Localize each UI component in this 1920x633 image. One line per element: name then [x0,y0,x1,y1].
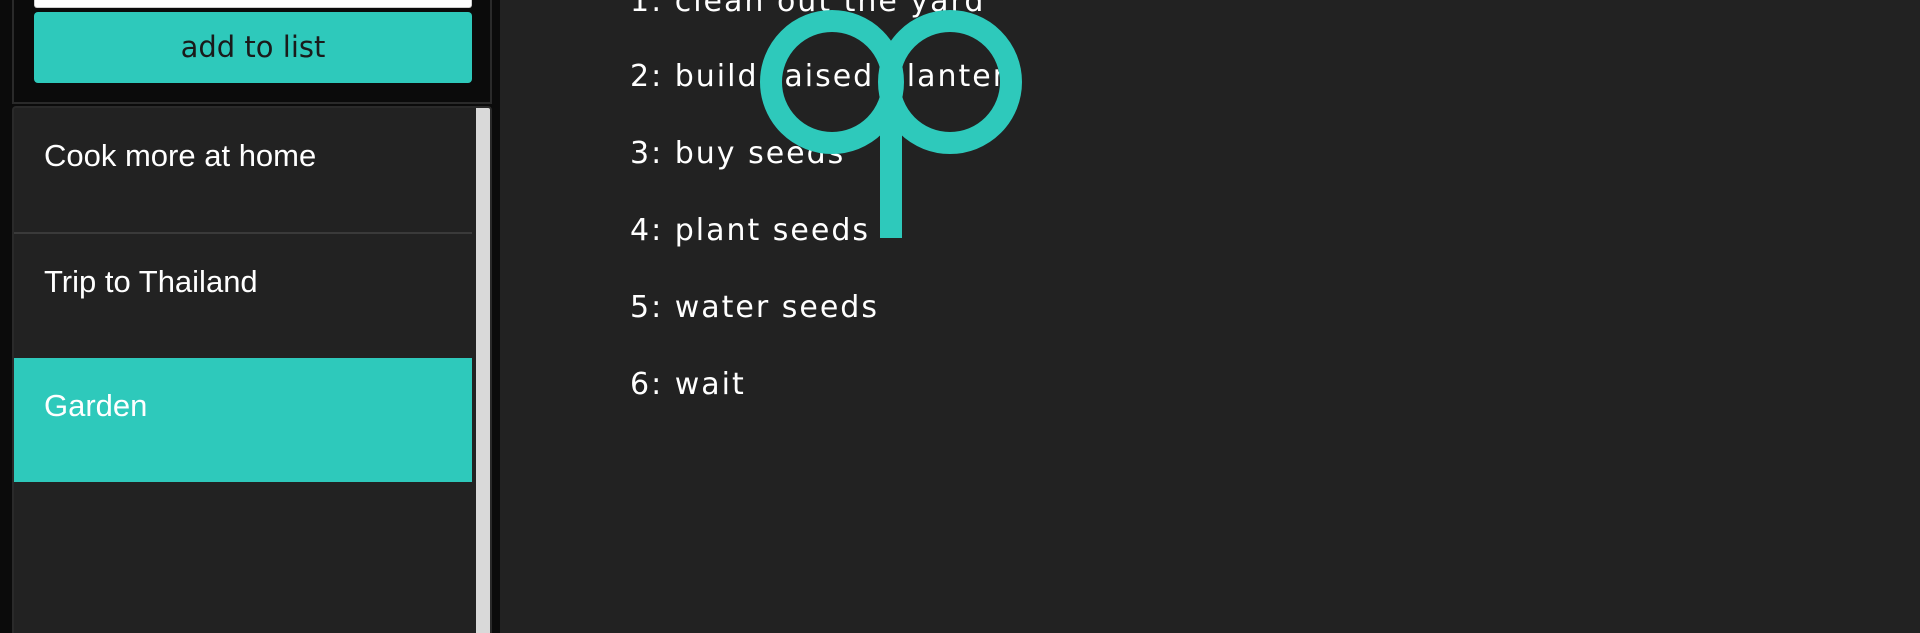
list-item-trip-to-thailand[interactable]: Trip to Thailand [14,234,472,358]
list-item-garden[interactable]: Garden [14,358,472,482]
sidebar: add to list Cook more at home Trip to Th… [0,0,500,633]
add-list-panel: add to list [12,0,492,104]
lists-panel: Cook more at home Trip to Thailand Garde… [12,106,492,633]
new-list-input[interactable] [34,0,472,8]
list-item-cook-more-at-home[interactable]: Cook more at home [14,108,472,232]
task-item[interactable]: 6: wait [630,367,746,402]
task-item[interactable]: 5: water seeds [630,290,879,325]
add-to-list-button[interactable]: add to list [34,12,472,83]
list-scrollbar[interactable] [476,108,490,633]
task-view: 1: clean out the yard 2: build raised pl… [500,0,1920,633]
omega-logo-icon [760,10,1022,238]
